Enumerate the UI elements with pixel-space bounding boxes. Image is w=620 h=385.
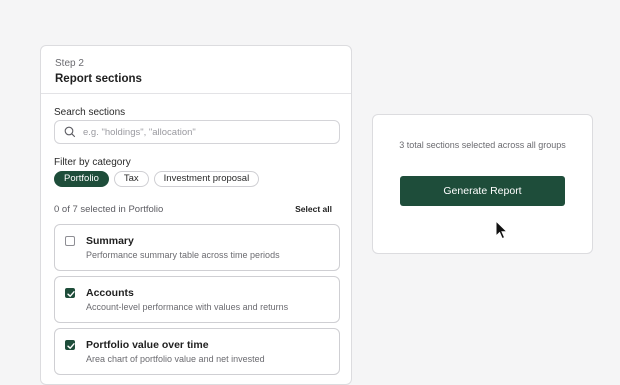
section-item-summary[interactable]: Summary Performance summary table across… [54,224,340,271]
checkmark-icon [67,343,75,349]
search-label: Search sections [54,107,126,118]
chip-portfolio[interactable]: Portfolio [54,171,109,187]
section-description: Area chart of portfolio value and net in… [86,354,265,364]
card-header: Step 2 Report sections [41,46,351,94]
accounts-checkbox[interactable] [65,288,75,298]
checkmark-icon [67,291,75,297]
summary-checkbox[interactable] [65,236,75,246]
chip-investment-proposal[interactable]: Investment proposal [153,171,260,187]
category-filter-chips: Portfolio Tax Investment proposal [54,171,260,187]
chip-tax[interactable]: Tax [113,171,149,187]
filter-label: Filter by category [54,157,131,168]
section-description: Account-level performance with values an… [86,302,289,312]
report-sections-card: Step 2 Report sections Search sections F… [40,45,352,385]
section-title: Summary [86,235,134,247]
generate-report-card: 3 total sections selected across all gro… [372,114,593,254]
section-title: Portfolio value over time [86,339,209,351]
total-sections-text: 3 total sections selected across all gro… [399,140,566,150]
selected-count: 0 of 7 selected in Portfolio [54,204,164,215]
section-title: Accounts [86,287,134,299]
search-input[interactable] [83,126,323,138]
section-item-accounts[interactable]: Accounts Account-level performance with … [54,276,340,323]
section-description: Performance summary table across time pe… [86,250,280,260]
card-title: Report sections [55,73,142,85]
portfolio-value-checkbox[interactable] [65,340,75,350]
mouse-cursor-icon [495,220,509,240]
step-label: Step 2 [55,58,84,69]
search-box[interactable] [54,120,340,144]
select-all-button[interactable]: Select all [295,204,332,214]
generate-report-button[interactable]: Generate Report [400,176,565,206]
search-icon [63,125,77,139]
